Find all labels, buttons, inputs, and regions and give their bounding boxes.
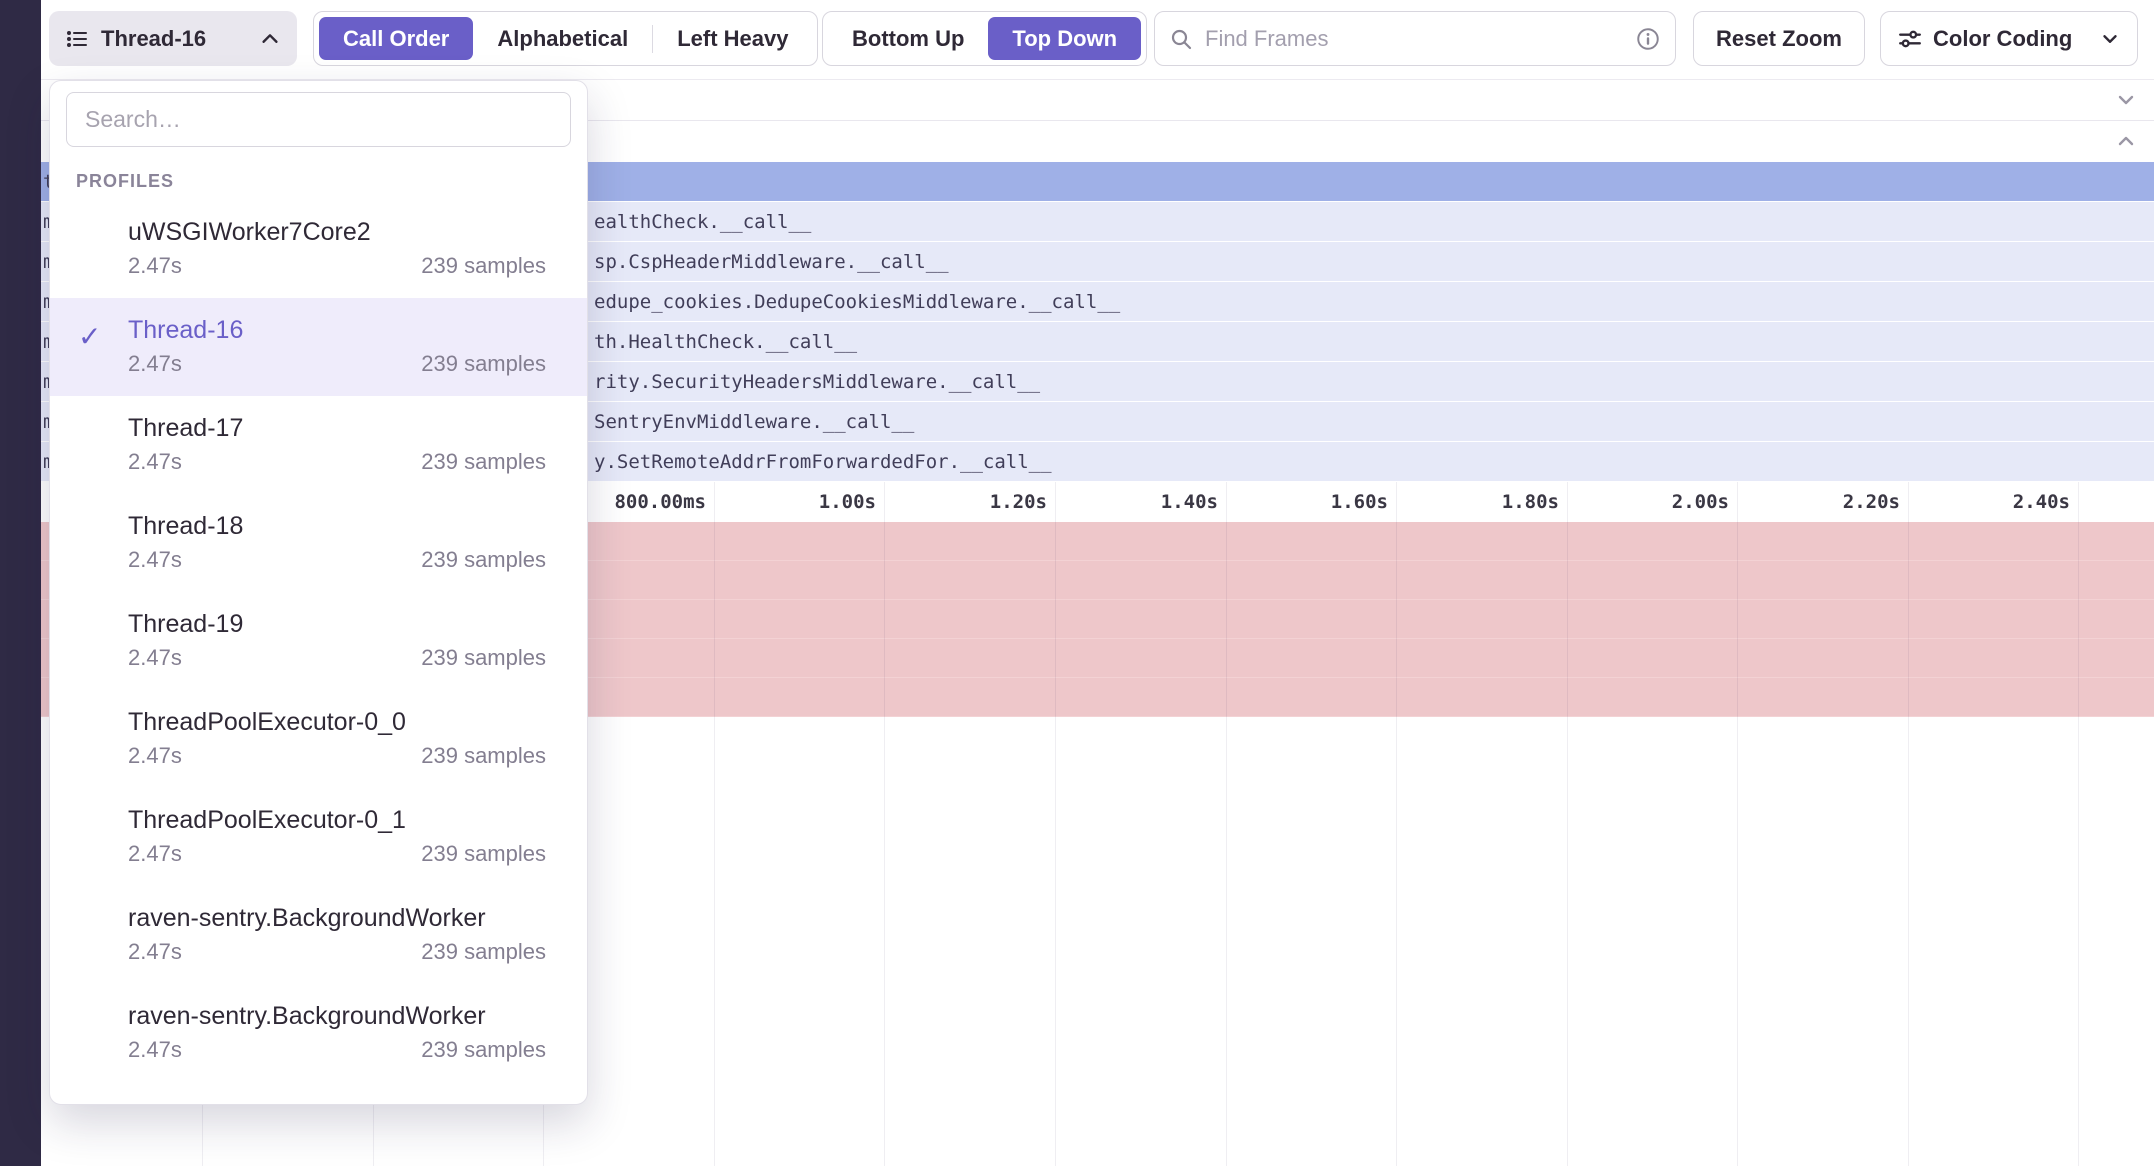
profile-option-raven-sentry-backgroundworker[interactable]: raven-sentry.BackgroundWorker2.47s 239 sa… [50, 886, 587, 984]
profile-samples: 239 samples [421, 934, 546, 970]
profiler-flamegraph-view: Thread-16 Call OrderAlphabeticalLeft Hea… [0, 0, 2154, 1166]
profile-name: raven-sentry.BackgroundWorker [128, 1000, 546, 1032]
tab-left-heavy[interactable]: Left Heavy [653, 17, 812, 60]
collapse-chevron-down-icon[interactable] [2114, 88, 2138, 112]
profile-meta: 2.47s 239 samples [128, 248, 546, 284]
view-order-segmented-control: Call OrderAlphabeticalLeft Heavy [313, 11, 818, 66]
profiles-section-label: PROFILES [50, 171, 587, 192]
profile-option-thread-18[interactable]: Thread-182.47s 239 samples [50, 494, 587, 592]
time-axis-label: 1.60s [1216, 482, 1388, 522]
thread-selector-label: Thread-16 [101, 26, 247, 52]
find-frames-input[interactable] [1203, 25, 1625, 53]
toolbar: Thread-16 Call OrderAlphabeticalLeft Hea… [41, 0, 2154, 80]
chevron-up-icon [259, 28, 281, 50]
profile-samples: 239 samples [421, 444, 546, 480]
profile-duration: 2.47s [128, 934, 182, 970]
time-axis-label: 1.40s [1046, 482, 1218, 522]
frame-text: rity.SecurityHeadersMiddleware.__call__ [594, 371, 1040, 393]
profile-duration: 2.47s [128, 444, 182, 480]
time-axis-label: 1.80s [1387, 482, 1559, 522]
tab-top-down[interactable]: Top Down [988, 17, 1141, 60]
profile-name: raven-sentry.BackgroundWorker [128, 902, 546, 934]
profile-option-thread-16[interactable]: ✓ Thread-162.47s 239 samples [50, 298, 587, 396]
profile-samples: 239 samples [421, 1032, 546, 1068]
time-axis-label: 1.20s [875, 482, 1047, 522]
profile-option-threadpoolexecutor-0-1[interactable]: ThreadPoolExecutor-0_12.47s 239 samples [50, 788, 587, 886]
profile-samples: 239 samples [421, 738, 546, 774]
profile-name: Thread-18 [128, 510, 546, 542]
profile-duration: 2.47s [128, 542, 182, 578]
thread-selector-button[interactable]: Thread-16 [49, 11, 297, 66]
time-axis-label: 1.00s [704, 482, 876, 522]
frame-text: sp.CspHeaderMiddleware.__call__ [594, 251, 949, 273]
profile-meta: 2.47s 239 samples [128, 836, 546, 872]
dropdown-search[interactable] [66, 92, 571, 147]
profile-option-uwsgiworker7core2[interactable]: uWSGIWorker7Core22.47s 239 samples [50, 200, 587, 298]
profile-meta: 2.47s 239 samples [128, 934, 546, 970]
info-icon[interactable] [1635, 26, 1661, 52]
find-frames-search[interactable] [1154, 11, 1676, 66]
profile-name: Thread-19 [128, 608, 546, 640]
time-axis-label: 2.20s [1728, 482, 1900, 522]
dropdown-search-input[interactable] [83, 105, 554, 134]
profile-duration: 2.47s [128, 248, 182, 284]
left-navigation-rail [0, 0, 41, 1166]
profile-samples: 239 samples [421, 346, 546, 382]
reset-zoom-button[interactable]: Reset Zoom [1693, 11, 1865, 66]
check-icon: ✓ [78, 320, 101, 353]
frame-text: edupe_cookies.DedupeCookiesMiddleware.__… [594, 291, 1120, 313]
profile-name: uWSGIWorker7Core2 [128, 216, 546, 248]
profile-option-raven-sentry-backgroundworker[interactable]: raven-sentry.BackgroundWorker2.47s 239 sa… [50, 984, 587, 1082]
profile-list: uWSGIWorker7Core22.47s239 samples✓Thread… [50, 200, 587, 1082]
profile-meta: 2.47s 239 samples [128, 346, 546, 382]
profile-samples: 239 samples [421, 836, 546, 872]
profile-duration: 2.47s [128, 640, 182, 676]
profile-name: ThreadPoolExecutor-0_1 [128, 804, 546, 836]
collapse-chevron-up-icon[interactable] [2114, 129, 2138, 153]
profile-name: Thread-17 [128, 412, 546, 444]
tab-alphabetical[interactable]: Alphabetical [473, 17, 652, 60]
tab-call-order[interactable]: Call Order [319, 17, 473, 60]
frame-text: y.SetRemoteAddrFromForwardedFor.__call__ [594, 451, 1052, 473]
profile-meta: 2.47s 239 samples [128, 738, 546, 774]
thread-selector-dropdown: PROFILES uWSGIWorker7Core22.47s239 sampl… [49, 80, 588, 1105]
profile-duration: 2.47s [128, 1032, 182, 1068]
list-icon [65, 27, 89, 51]
frame-text: th.HealthCheck.__call__ [594, 331, 857, 353]
time-axis-label: 2.00s [1557, 482, 1729, 522]
profile-duration: 2.47s [128, 738, 182, 774]
frame-text: ealthCheck.__call__ [594, 211, 811, 233]
profile-meta: 2.47s 239 samples [128, 1032, 546, 1068]
profile-option-threadpoolexecutor-0-0[interactable]: ThreadPoolExecutor-0_02.47s 239 samples [50, 690, 587, 788]
search-icon [1169, 27, 1193, 51]
direction-segmented-control: Bottom UpTop Down [822, 11, 1147, 66]
profile-samples: 239 samples [421, 640, 546, 676]
profile-option-thread-19[interactable]: Thread-192.47s 239 samples [50, 592, 587, 690]
color-coding-button[interactable]: Color Coding [1880, 11, 2138, 66]
profile-name: ThreadPoolExecutor-0_0 [128, 706, 546, 738]
sliders-icon [1897, 26, 1923, 52]
profile-samples: 239 samples [421, 248, 546, 284]
color-coding-label: Color Coding [1933, 26, 2089, 52]
profile-name: Thread-16 [128, 314, 546, 346]
reset-zoom-label: Reset Zoom [1716, 26, 1842, 52]
profile-meta: 2.47s 239 samples [128, 542, 546, 578]
profile-meta: 2.47s 239 samples [128, 640, 546, 676]
time-axis-label: 2.40s [1898, 482, 2070, 522]
profile-samples: 239 samples [421, 542, 546, 578]
chevron-down-icon [2099, 28, 2121, 50]
profile-duration: 2.47s [128, 346, 182, 382]
profile-duration: 2.47s [128, 836, 182, 872]
tab-bottom-up[interactable]: Bottom Up [828, 17, 988, 60]
profile-meta: 2.47s 239 samples [128, 444, 546, 480]
frame-text: SentryEnvMiddleware.__call__ [594, 411, 914, 433]
profile-option-thread-17[interactable]: Thread-172.47s 239 samples [50, 396, 587, 494]
